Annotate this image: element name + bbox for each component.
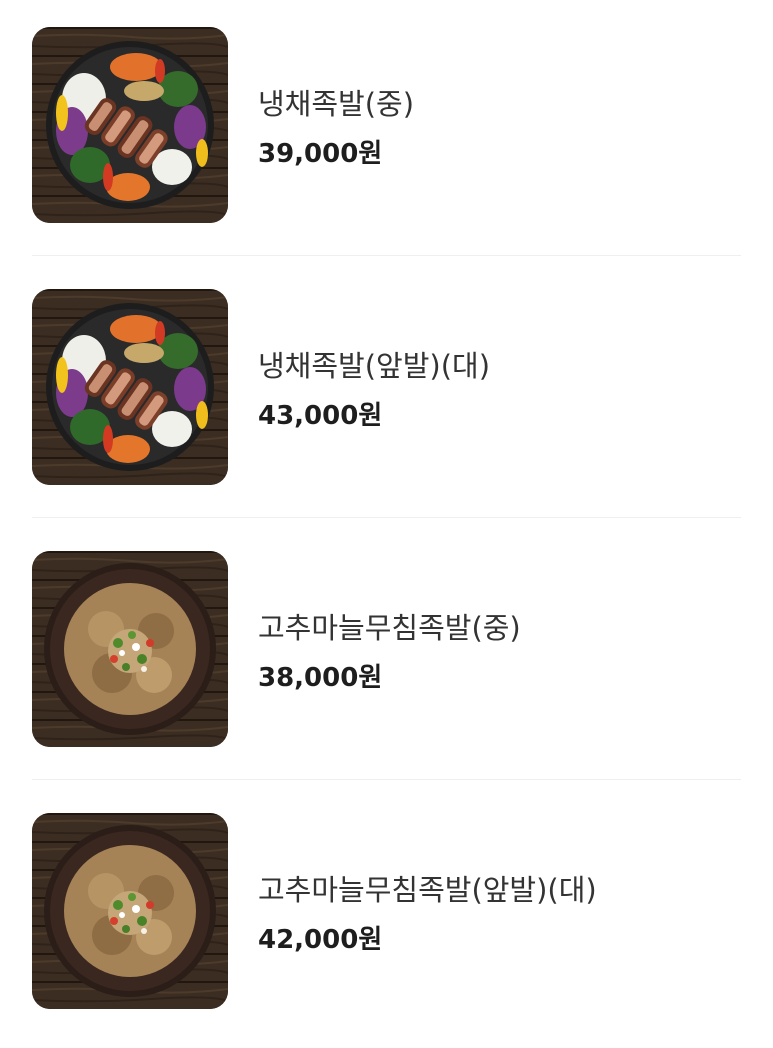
divider <box>32 779 741 780</box>
menu-item-price: 39,000원 <box>258 139 383 169</box>
menu-item[interactable]: 고추마늘무침족발(중) 38,000원 <box>0 524 773 786</box>
menu-item-price: 38,000원 <box>258 663 383 693</box>
food-image <box>32 289 228 485</box>
menu-list: 냉채족발(중) 39,000원 냉채족발(앞발)(대) 43,000원 고추마늘… <box>0 0 773 1039</box>
menu-item-price: 42,000원 <box>258 925 383 955</box>
menu-item-name: 냉채족발(중) <box>258 87 415 121</box>
menu-item-name: 고추마늘무침족발(중) <box>258 611 521 645</box>
divider <box>32 255 741 256</box>
food-image <box>32 551 228 747</box>
menu-item-price: 43,000원 <box>258 401 383 431</box>
food-image <box>32 27 228 223</box>
menu-item-name: 고추마늘무침족발(앞발)(대) <box>258 873 597 907</box>
menu-item[interactable]: 냉채족발(중) 39,000원 <box>0 0 773 262</box>
divider <box>32 517 741 518</box>
menu-item[interactable]: 고추마늘무침족발(앞발)(대) 42,000원 <box>0 786 773 1048</box>
menu-item[interactable]: 냉채족발(앞발)(대) 43,000원 <box>0 262 773 524</box>
menu-item-name: 냉채족발(앞발)(대) <box>258 349 491 383</box>
food-image <box>32 813 228 1009</box>
